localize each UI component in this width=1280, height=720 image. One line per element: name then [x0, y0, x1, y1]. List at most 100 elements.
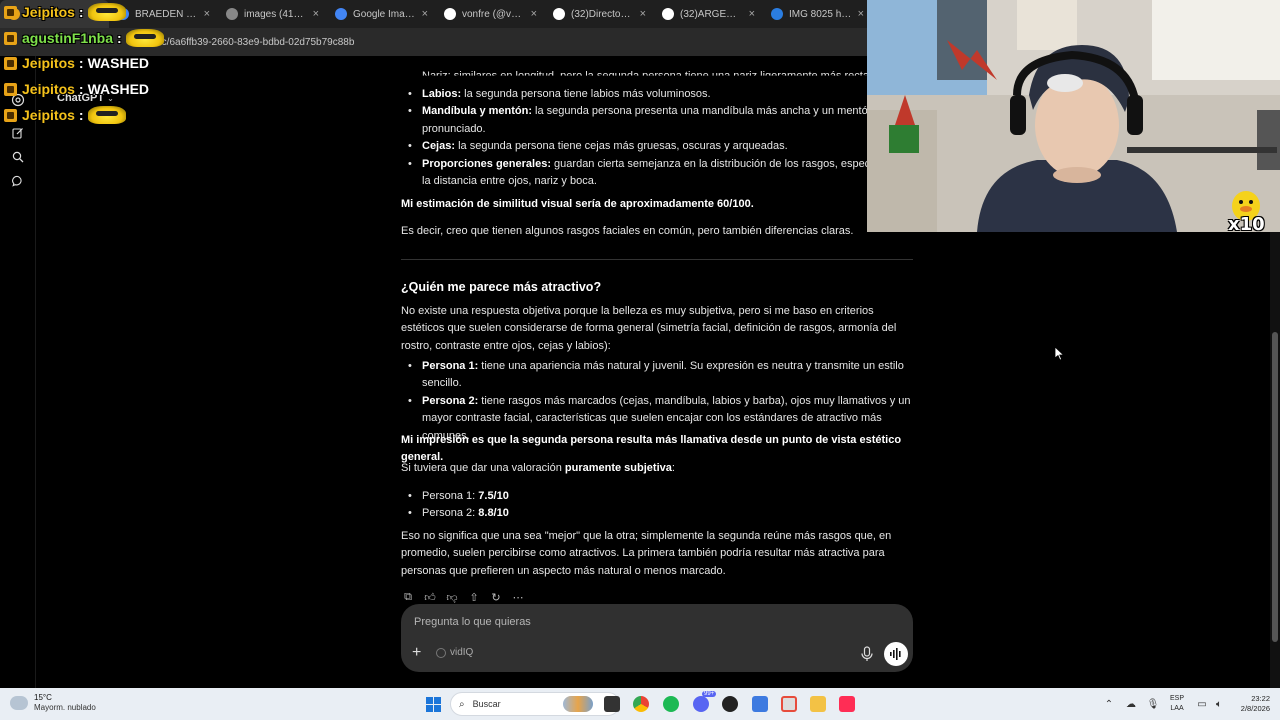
browser-tab[interactable]: Google Image Re × — [327, 0, 436, 28]
emote-icon — [125, 29, 164, 47]
tab-close-icon[interactable]: × — [531, 8, 537, 20]
chat-message: Jeipitos: — [4, 3, 126, 21]
rating-item: Persona 1: 7.5/10 — [401, 488, 913, 506]
new-chat-icon[interactable] — [10, 125, 26, 141]
chat-username: agustinF1nba — [22, 30, 114, 46]
similarity-estimate: Mi estimación de similitud visual sería … — [401, 198, 754, 210]
subscriber-badge-icon — [4, 31, 17, 45]
voice-mode-button[interactable] — [884, 642, 908, 666]
feature-item: Proporciones generales: guardan cierta s… — [401, 156, 913, 191]
browser-tab[interactable]: (32)ARGENTINA × — [654, 0, 763, 28]
summary-text: Es decir, creo que tienen algunos rasgos… — [401, 225, 854, 237]
tab-close-icon[interactable]: × — [640, 8, 646, 20]
network-icon[interactable]: ▭ — [1196, 698, 1208, 710]
taskbar-search-label: Buscar — [472, 699, 501, 709]
microphone-icon[interactable] — [860, 646, 874, 662]
share-icon[interactable]: ⇧ — [467, 590, 481, 604]
copy-icon[interactable]: ⧉ — [401, 590, 415, 604]
chrome-icon[interactable] — [633, 696, 649, 712]
subscriber-badge-icon — [4, 5, 17, 19]
chat-message: Jeipitos: — [4, 106, 126, 124]
obs-icon[interactable] — [722, 696, 738, 712]
subscriber-badge-icon — [4, 56, 17, 70]
spotify-icon[interactable] — [663, 696, 679, 712]
input-language[interactable]: ESP LAA — [1170, 694, 1184, 714]
feature-item: Cejas: la segunda persona tiene cejas má… — [401, 138, 913, 156]
tab-label: images (415×739 — [244, 8, 307, 20]
tiktok-icon — [444, 8, 456, 20]
rating-item: Persona 2: 8.8/10 — [401, 505, 913, 523]
prompt-input[interactable] — [414, 616, 814, 628]
section-divider — [401, 259, 913, 260]
search-icon[interactable] — [10, 149, 26, 165]
browser-tab[interactable]: (32)Directos de × — [545, 0, 654, 28]
scrollbar-thumb[interactable] — [1272, 332, 1278, 642]
search-icon: ⌕ — [459, 698, 465, 710]
chat-text: WASHED — [87, 55, 150, 71]
cloud-sync-icon[interactable]: ☁ — [1125, 698, 1137, 710]
windows-start-icon[interactable] — [426, 697, 441, 712]
chat-separator: : — [78, 4, 84, 20]
image-icon — [226, 8, 238, 20]
taskbar-search[interactable]: ⌕ Buscar — [450, 692, 620, 716]
tab-close-icon[interactable]: × — [749, 8, 755, 20]
tab-label: (32)Directos de — [571, 8, 634, 20]
windows-taskbar: 15°C Mayorm. nublado ⌕ Buscar 99+ ⌃ ☁ 🎙︎… — [0, 688, 1280, 720]
weather-desc: Mayorm. nublado — [34, 703, 96, 712]
vidiq-icon — [436, 647, 446, 658]
address-url[interactable]: om/c/6a6ffb39-2660-83e9-bdbd-02d75b79c88… — [145, 37, 354, 48]
tab-label: (32)ARGENTINA — [680, 8, 743, 20]
emote-icon — [87, 106, 126, 124]
message-composer: + vidIQ — [401, 604, 913, 672]
vidiq-tool[interactable]: vidIQ — [436, 647, 473, 658]
chat-message: agustinF1nba: — [4, 29, 164, 47]
feature-list: Labios: la segunda persona tiene labios … — [401, 86, 913, 190]
snipping-tool-icon[interactable] — [781, 696, 797, 712]
chat-message: Jeipitos: WASHED — [4, 81, 149, 97]
browser-tab[interactable]: IMG 8025 hosted × — [763, 0, 872, 28]
browser-tab[interactable]: images (415×739 × — [218, 0, 327, 28]
tiktok-app-icon[interactable] — [839, 696, 855, 712]
chat-separator: : — [78, 107, 84, 123]
subscriber-badge-icon — [4, 108, 17, 122]
chevron-up-icon[interactable]: ⌃ — [1103, 698, 1115, 710]
multiplier-overlay: x10 — [1224, 184, 1268, 238]
system-clock[interactable]: 23:22 2/8/2026 — [1232, 694, 1270, 714]
task-view-icon[interactable] — [604, 696, 620, 712]
thumbs-down-icon[interactable]: 👎︎ — [445, 590, 459, 604]
chats-icon[interactable] — [10, 173, 26, 189]
subscriber-badge-icon — [4, 82, 17, 96]
thumbs-up-icon[interactable]: 👍︎ — [423, 590, 437, 604]
mic-tray-icon[interactable]: 🎙︎ — [1147, 698, 1160, 710]
intro-paragraph: No existe una respuesta objetiva porque … — [401, 305, 897, 352]
mouse-cursor-icon — [1055, 347, 1065, 361]
regenerate-icon[interactable]: ↻ — [489, 590, 503, 604]
notification-badge: 99+ — [702, 691, 717, 697]
emote-icon — [87, 3, 126, 21]
file-explorer-icon[interactable] — [810, 696, 826, 712]
plus-icon[interactable]: + — [412, 645, 421, 661]
cut-off-line: Nariz: similares en longitud, pero la se… — [422, 70, 902, 82]
person-item: Persona 1: tiene una apariencia más natu… — [401, 358, 913, 393]
webcam-feed — [867, 0, 1280, 232]
chat-username: Jeipitos — [22, 107, 75, 123]
notepad-icon[interactable] — [752, 696, 768, 712]
chat-username: Jeipitos — [22, 81, 75, 97]
more-options-icon[interactable]: ⋯ — [511, 590, 525, 604]
chat-username: Jeipitos — [22, 4, 75, 20]
discord-icon[interactable] — [693, 696, 709, 712]
weather-widget[interactable]: 15°C Mayorm. nublado — [10, 693, 96, 713]
search-highlight-art — [563, 696, 593, 712]
chat-separator: : — [78, 55, 84, 71]
browser-tab[interactable]: vonfre (@vonfre × — [436, 0, 545, 28]
message-action-bar: ⧉ 👍︎ 👎︎ ⇧ ↻ ⋯ — [401, 590, 525, 604]
tab-close-icon[interactable]: × — [422, 8, 428, 20]
tab-close-icon[interactable]: × — [858, 8, 864, 20]
tab-label: BRAEDEN - Busca — [135, 8, 198, 20]
tab-close-icon[interactable]: × — [204, 8, 210, 20]
cloud-icon — [10, 696, 28, 710]
tab-close-icon[interactable]: × — [313, 8, 319, 20]
volume-icon[interactable]: 🔈︎ — [1213, 698, 1225, 710]
chat-username: Jeipitos — [22, 55, 75, 71]
tab-label: IMG 8025 hosted — [789, 8, 852, 20]
